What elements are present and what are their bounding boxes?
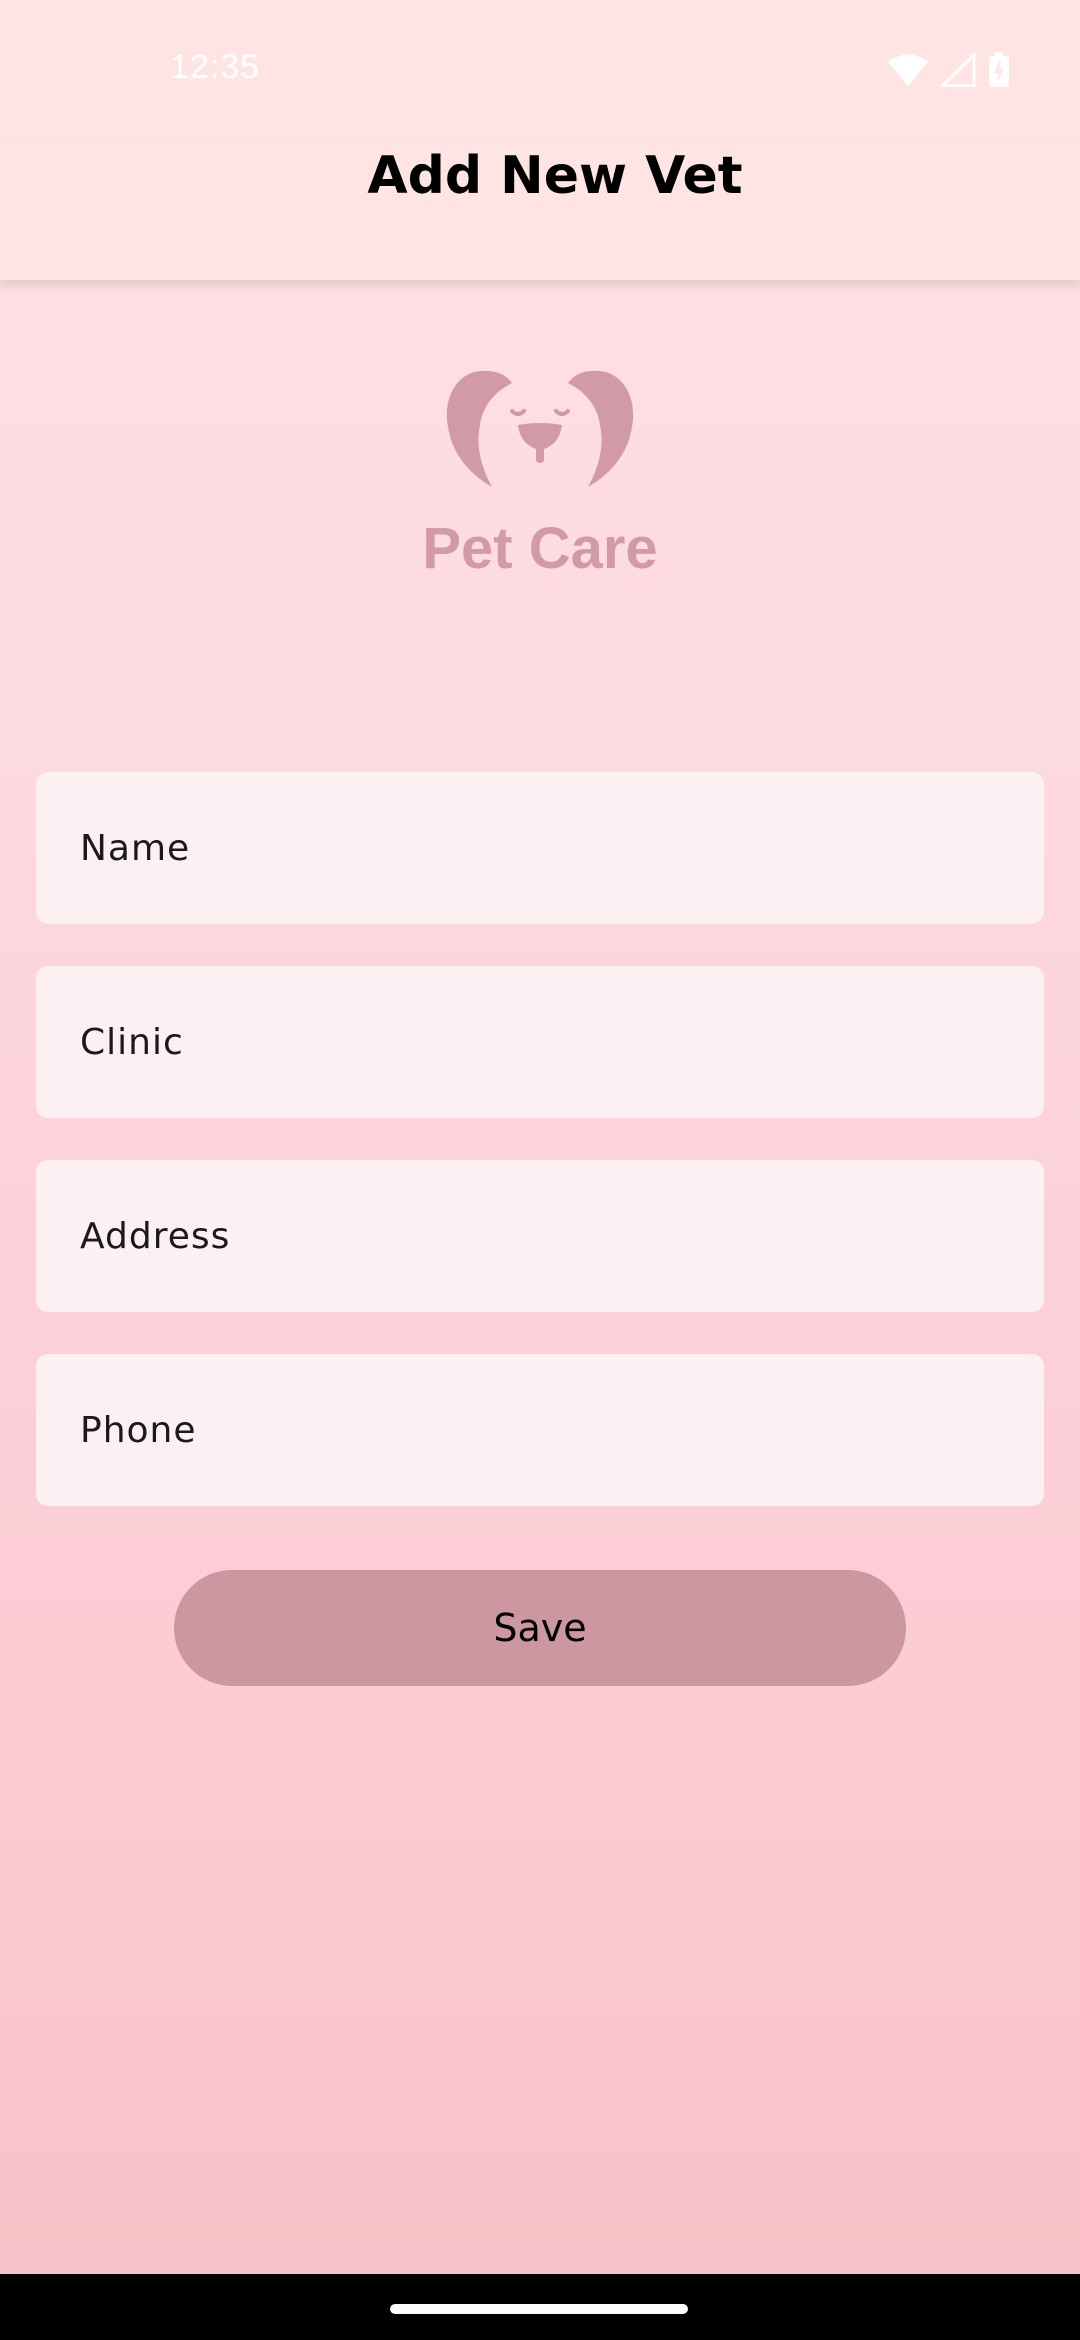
wifi-icon bbox=[888, 54, 928, 86]
cell-signal-icon bbox=[940, 53, 976, 87]
page-title: Add New Vet bbox=[367, 146, 743, 206]
navigation-bar bbox=[0, 2274, 1080, 2340]
logo-text: Pet Care bbox=[422, 516, 658, 581]
status-bar: 12:35 bbox=[0, 0, 1080, 140]
battery-charging-icon bbox=[989, 52, 1009, 87]
save-button[interactable]: Save bbox=[174, 1570, 906, 1686]
app-bar: Add New Vet bbox=[0, 140, 1080, 280]
pet-care-logo: Pet Care bbox=[420, 365, 660, 581]
clinic-field[interactable] bbox=[36, 966, 1044, 1118]
status-icons bbox=[888, 52, 1010, 88]
status-time: 12:35 bbox=[170, 48, 261, 86]
home-gesture-handle[interactable] bbox=[390, 2304, 688, 2314]
address-field[interactable] bbox=[36, 1160, 1044, 1312]
name-field[interactable] bbox=[36, 772, 1044, 924]
dog-face-icon bbox=[446, 370, 634, 487]
phone-field[interactable] bbox=[36, 1354, 1044, 1506]
